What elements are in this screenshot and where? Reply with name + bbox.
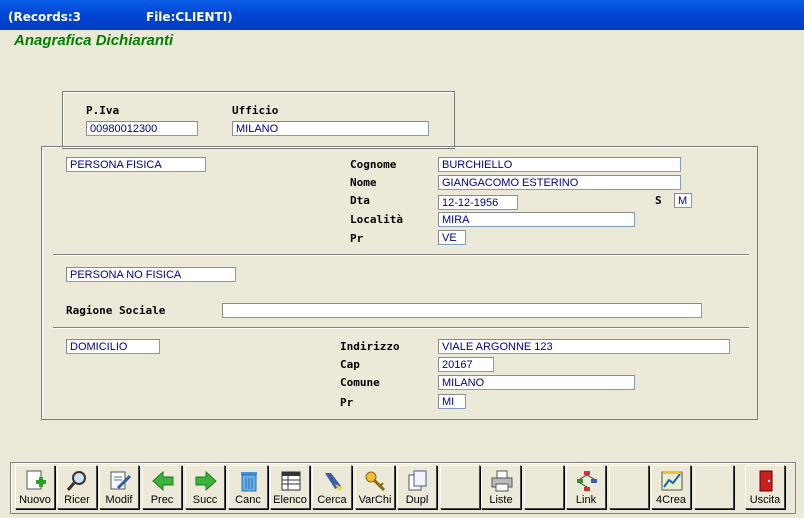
file-name: File:CLIENTI) (146, 10, 233, 24)
cognome-label: Cognome (350, 158, 397, 171)
canc-button[interactable]: Canc (228, 465, 268, 509)
ragione-sociale-field[interactable] (222, 303, 702, 318)
comune-label: Comune (340, 376, 380, 389)
records-count: (Records:3 (8, 10, 82, 24)
empty-button[interactable] (609, 465, 649, 509)
piva-field[interactable]: 00980012300 (86, 121, 198, 136)
duplicate-icon (408, 470, 427, 491)
ricer-button[interactable]: Ricer (57, 465, 97, 509)
nuovo-button[interactable]: Nuovo (15, 465, 55, 509)
magnifier-icon (66, 471, 86, 491)
cap-field[interactable]: 20167 (438, 357, 494, 372)
localita-label: Località (350, 213, 403, 226)
pr-label: Pr (350, 232, 364, 245)
link-button[interactable]: Link (566, 465, 606, 509)
arrow-left-icon (152, 470, 174, 492)
piva-group (62, 91, 455, 149)
localita-field[interactable]: MIRA (438, 212, 635, 227)
title-bar: (Records:3 File:CLIENTI) (0, 0, 804, 30)
persona-no-fisica-field[interactable]: PERSONA NO FISICA (66, 267, 236, 282)
trash-icon (241, 472, 257, 492)
s-field[interactable]: M (674, 193, 692, 208)
s-label: S (655, 194, 662, 207)
pr-field[interactable]: VE (438, 230, 466, 245)
indirizzo-field[interactable]: VIALE ARGONNE 123 (438, 339, 730, 354)
domicilio-pr-field[interactable]: MI (438, 394, 466, 409)
network-icon (577, 471, 597, 491)
modif-button[interactable]: Modif (99, 465, 139, 509)
prec-button[interactable]: Prec (142, 465, 182, 509)
divider (53, 254, 749, 256)
varchi-button[interactable]: VarChi (355, 465, 395, 509)
flashlight-icon (325, 473, 343, 491)
new-document-icon (26, 470, 46, 490)
dta-field[interactable]: 12-12-1956 (438, 195, 518, 210)
crea-button[interactable]: 4Crea (651, 465, 691, 509)
liste-button[interactable]: Liste (481, 465, 521, 509)
dta-label: Dta (350, 194, 370, 207)
nome-label: Nome (350, 176, 377, 189)
comune-field[interactable]: MILANO (438, 375, 635, 390)
indirizzo-label: Indirizzo (340, 340, 400, 353)
succ-button[interactable]: Succ (185, 465, 225, 509)
empty-button[interactable] (440, 465, 480, 509)
edit-icon (110, 471, 132, 490)
cognome-field[interactable]: BURCHIELLO (438, 157, 681, 172)
divider (53, 327, 749, 329)
cap-label: Cap (340, 358, 360, 371)
ufficio-field[interactable]: MILANO (232, 121, 429, 136)
page-title: Anagrafica Dichiaranti (14, 32, 174, 49)
domicilio-pr-label: Pr (340, 396, 354, 409)
arrow-right-icon (195, 470, 217, 492)
exit-door-icon (759, 470, 773, 492)
persona-fisica-field[interactable]: PERSONA FISICA (66, 157, 206, 172)
chart-icon (661, 471, 683, 491)
ragione-sociale-label: Ragione Sociale (66, 304, 166, 317)
empty-button[interactable] (694, 465, 734, 509)
piva-label: P.Iva (86, 104, 120, 117)
printer-icon (491, 470, 513, 492)
elenco-button[interactable]: Elenco (270, 465, 310, 509)
dupl-button[interactable]: Dupl (397, 465, 437, 509)
list-icon (281, 471, 301, 491)
domicilio-field[interactable]: DOMICILIO (66, 339, 160, 354)
key-icon (365, 471, 386, 492)
empty-button[interactable] (524, 465, 564, 509)
uscita-button[interactable]: Uscita (745, 465, 785, 509)
cerca-button[interactable]: Cerca (312, 465, 352, 509)
nome-field[interactable]: GIANGACOMO ESTERINO (438, 175, 681, 190)
ufficio-label: Ufficio (232, 104, 279, 117)
